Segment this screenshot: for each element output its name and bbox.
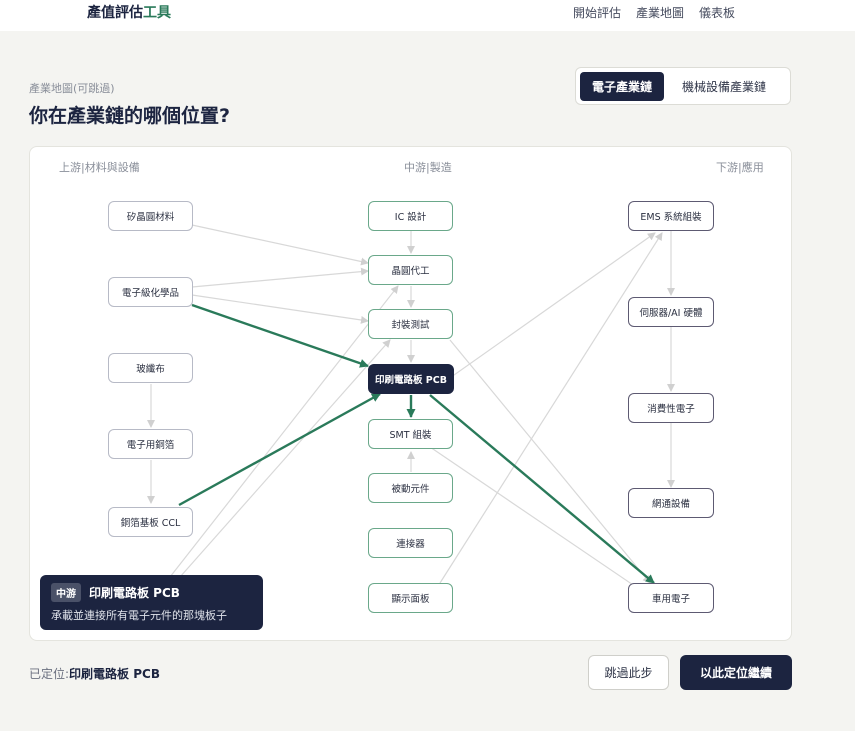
node-smt[interactable]: SMT 組裝 bbox=[368, 419, 453, 449]
column-header-downstream: 下游|應用 bbox=[716, 161, 764, 174]
edge-wafer-foundry bbox=[191, 224, 369, 266]
brand-main: 產值評估 bbox=[87, 5, 143, 21]
edge-ll-pack bbox=[179, 339, 391, 578]
node-automotive[interactable]: 車用電子 bbox=[628, 583, 714, 613]
tab-machinery-chain[interactable]: 機械設備產業鏈 bbox=[670, 72, 778, 101]
node-chemicals[interactable]: 電子級化學品 bbox=[108, 277, 193, 307]
node-ic-design[interactable]: IC 設計 bbox=[368, 201, 453, 231]
edge-active-chem-pcb bbox=[191, 303, 369, 368]
node-server-ai[interactable]: 伺服器/AI 硬體 bbox=[628, 297, 714, 327]
node-consumer-electronics[interactable]: 消費性電子 bbox=[628, 393, 714, 423]
node-glass-fiber[interactable]: 玻纖布 bbox=[108, 353, 193, 383]
located-status: 已定位:印刷電路板 PCB bbox=[29, 665, 160, 682]
column-header-midstream: 中游|製造 bbox=[404, 161, 452, 174]
edge-chem-foundry bbox=[191, 267, 369, 288]
edge-ll-foundry bbox=[169, 285, 399, 578]
top-bar: 產值評估工具 開始評估 產業地圖 儀表板 bbox=[0, 0, 855, 31]
edge-smt-auto bbox=[429, 446, 643, 592]
node-ems[interactable]: EMS 系統組裝 bbox=[628, 201, 714, 231]
located-value: 印刷電路板 PCB bbox=[69, 667, 160, 681]
brand-accent: 工具 bbox=[143, 5, 171, 21]
node-connector[interactable]: 連接器 bbox=[368, 528, 453, 558]
node-pcb-selected[interactable]: 印刷電路板 PCB bbox=[368, 364, 454, 394]
industry-map-panel: 上游|材料與設備 中游|製造 下游|應用 矽晶圓材料 電子級化學品 玻纖布 電子… bbox=[29, 146, 792, 641]
continue-button[interactable]: 以此定位繼續 bbox=[680, 655, 792, 690]
node-packaging[interactable]: 封裝測試 bbox=[368, 309, 453, 339]
tooltip-node-name: 印刷電路板 PCB bbox=[89, 586, 180, 600]
node-wafer[interactable]: 矽晶圓材料 bbox=[108, 201, 193, 231]
page-title: 你在產業鏈的哪個位置? bbox=[29, 105, 231, 127]
tooltip-description: 承載並連接所有電子元件的那塊板子 bbox=[51, 609, 227, 622]
node-foundry[interactable]: 晶圓代工 bbox=[368, 255, 453, 285]
edge-pack-auto bbox=[449, 339, 651, 584]
skip-step-button[interactable]: 跳過此步 bbox=[588, 655, 669, 690]
node-display-panel[interactable]: 顯示面板 bbox=[368, 583, 453, 613]
nav-dashboard[interactable]: 儀表板 bbox=[699, 4, 735, 21]
brand-logo[interactable]: 產值評估工具 bbox=[87, 2, 171, 22]
edge-chem-pack bbox=[191, 294, 369, 324]
located-label: 已定位: bbox=[29, 667, 70, 681]
edge-active-ccl-pcb bbox=[178, 392, 381, 507]
node-network-equipment[interactable]: 網通設備 bbox=[628, 488, 714, 518]
nav-industry-map[interactable]: 產業地圖 bbox=[636, 4, 684, 21]
stage-badge: 中游 bbox=[51, 583, 81, 602]
chain-selector: 電子產業鏈 機械設備產業鏈 bbox=[575, 67, 791, 105]
edge-pcb-ems bbox=[429, 232, 656, 393]
top-nav: 開始評估 產業地圖 儀表板 bbox=[573, 4, 735, 21]
node-ccl[interactable]: 銅箔基板 CCL bbox=[108, 507, 193, 537]
node-copper-foil[interactable]: 電子用銅箔 bbox=[108, 429, 193, 459]
selection-tooltip: 中游 印刷電路板 PCB 承載並連接所有電子元件的那塊板子 bbox=[40, 575, 263, 630]
tab-electronics-chain[interactable]: 電子產業鏈 bbox=[580, 71, 665, 101]
step-eyebrow: 產業地圖(可跳過) bbox=[29, 82, 115, 95]
node-passive[interactable]: 被動元件 bbox=[368, 473, 453, 503]
nav-start-assessment[interactable]: 開始評估 bbox=[573, 4, 621, 21]
column-header-upstream: 上游|材料與設備 bbox=[59, 161, 140, 174]
